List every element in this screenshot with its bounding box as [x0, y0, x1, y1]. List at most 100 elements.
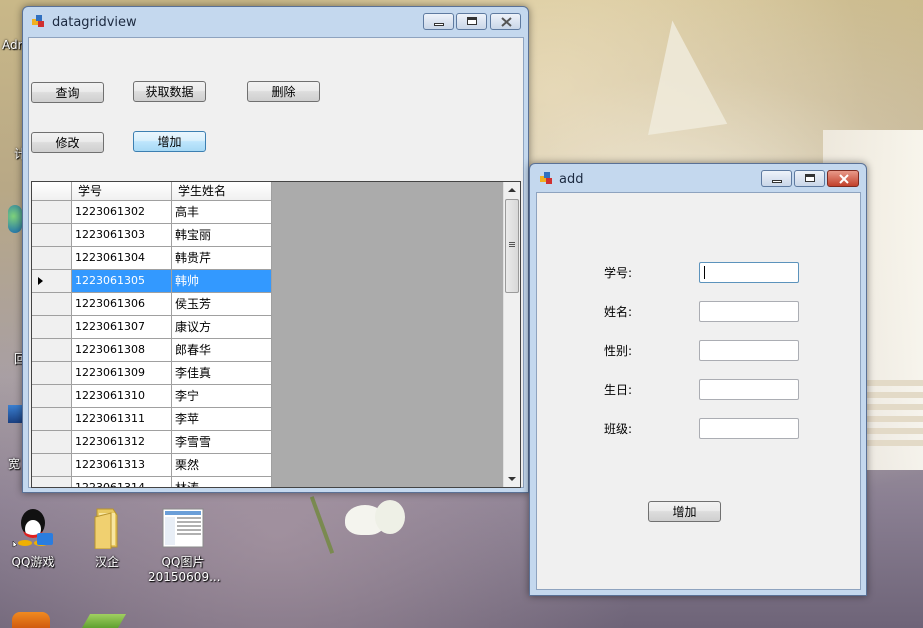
cell-student-id[interactable]: 1223061303 — [72, 224, 172, 247]
cell-student-name[interactable]: 韩宝丽 — [172, 224, 272, 247]
row-header[interactable] — [32, 270, 72, 293]
row-header[interactable] — [32, 224, 72, 247]
maximize-button[interactable] — [794, 170, 825, 187]
qq-games-icon — [11, 505, 55, 549]
window-titlebar[interactable]: add — [530, 164, 866, 194]
row-header[interactable] — [32, 247, 72, 270]
desktop-fragment-label[interactable]: 宽 — [8, 455, 20, 472]
cell-student-name[interactable]: 韩贵芹 — [172, 247, 272, 270]
add-button[interactable]: 增加 — [133, 131, 206, 152]
scroll-down-arrow-icon[interactable] — [508, 477, 516, 481]
submit-add-button[interactable]: 增加 — [648, 501, 721, 522]
delete-button[interactable]: 删除 — [247, 81, 320, 102]
grid-vertical-scrollbar[interactable] — [503, 182, 520, 487]
cell-student-name[interactable]: 李雪雪 — [172, 431, 272, 454]
app-window-icon — [32, 15, 46, 29]
cell-student-id[interactable]: 1223061305 — [72, 270, 172, 293]
class-label: 班级: — [604, 422, 633, 436]
row-header[interactable] — [32, 477, 72, 487]
cell-student-name[interactable]: 侯玉芳 — [172, 293, 272, 316]
folder-icon — [85, 505, 129, 550]
minimize-button[interactable] — [761, 170, 792, 187]
close-button[interactable] — [490, 13, 521, 30]
add-window: add 学号: 姓名: 性别: 生日: 班级: 增加 — [529, 163, 867, 596]
row-header[interactable] — [32, 201, 72, 224]
row-header[interactable] — [32, 431, 72, 454]
column-header-student-name[interactable]: 学生姓名 — [172, 182, 272, 201]
desktop-icon-qq-games[interactable]: QQ游戏 — [4, 505, 62, 570]
row-header[interactable] — [32, 408, 72, 431]
window-titlebar[interactable]: datagridview — [23, 7, 528, 37]
table-row[interactable]: 1223061313 栗然 — [32, 454, 272, 477]
globe-icon[interactable] — [8, 205, 22, 233]
row-header[interactable] — [32, 339, 72, 362]
close-icon — [839, 174, 849, 184]
student-id-field[interactable] — [699, 262, 799, 283]
table-row[interactable]: 1223061314 林涛 — [32, 477, 272, 487]
cell-student-id[interactable]: 1223061312 — [72, 431, 172, 454]
app-icon[interactable] — [81, 614, 127, 628]
gender-field[interactable] — [699, 340, 799, 361]
cell-student-name[interactable]: 李宁 — [172, 385, 272, 408]
grid-corner-header[interactable] — [32, 182, 72, 201]
table-row[interactable]: 1223061305 韩帅 — [32, 270, 272, 293]
query-button[interactable]: 查询 — [31, 82, 104, 103]
row-header[interactable] — [32, 385, 72, 408]
monitor-icon[interactable] — [8, 405, 22, 423]
cell-student-id[interactable]: 1223061311 — [72, 408, 172, 431]
name-field[interactable] — [699, 301, 799, 322]
close-button[interactable] — [827, 170, 859, 187]
table-row[interactable]: 1223061307 康议方 — [32, 316, 272, 339]
cell-student-id[interactable]: 1223061304 — [72, 247, 172, 270]
row-header[interactable] — [32, 454, 72, 477]
row-header[interactable] — [32, 362, 72, 385]
grid-body: 1223061302 高丰 1223061303 韩宝丽 1223061304 韩贵芹 12… — [32, 201, 272, 487]
table-row[interactable]: 1223061304 韩贵芹 — [32, 247, 272, 270]
cell-student-name[interactable]: 康议方 — [172, 316, 272, 339]
table-row[interactable]: 1223061310 李宁 — [32, 385, 272, 408]
birthday-label: 生日: — [604, 383, 633, 397]
cell-student-name[interactable]: 李苹 — [172, 408, 272, 431]
birthday-field[interactable] — [699, 379, 799, 400]
wallpaper-flower-stem — [309, 496, 335, 554]
desktop-fragment-label[interactable]: Adr — [2, 38, 23, 52]
table-row[interactable]: 1223061306 侯玉芳 — [32, 293, 272, 316]
cell-student-name[interactable]: 栗然 — [172, 454, 272, 477]
row-header[interactable] — [32, 316, 72, 339]
gender-label: 性别: — [604, 344, 633, 358]
cell-student-name[interactable]: 林涛 — [172, 477, 272, 487]
cell-student-id[interactable]: 1223061302 — [72, 201, 172, 224]
fetch-data-button[interactable]: 获取数据 — [133, 81, 206, 102]
maximize-button[interactable] — [456, 13, 487, 30]
cell-student-id[interactable]: 1223061309 — [72, 362, 172, 385]
cell-student-name[interactable]: 李佳真 — [172, 362, 272, 385]
row-header[interactable] — [32, 293, 72, 316]
table-row[interactable]: 1223061308 郎春华 — [32, 339, 272, 362]
cell-student-id[interactable]: 1223061313 — [72, 454, 172, 477]
cell-student-name[interactable]: 高丰 — [172, 201, 272, 224]
close-icon — [501, 17, 512, 27]
security-icon[interactable] — [12, 612, 50, 628]
scroll-up-arrow-icon[interactable] — [508, 188, 516, 192]
cell-student-id[interactable]: 1223061310 — [72, 385, 172, 408]
cell-student-name[interactable]: 郎春华 — [172, 339, 272, 362]
cell-student-id[interactable]: 1223061306 — [72, 293, 172, 316]
desktop-icon-image-file[interactable]: QQ图片 20150609... — [148, 505, 221, 584]
table-row[interactable]: 1223061309 李佳真 — [32, 362, 272, 385]
column-header-student-id[interactable]: 学号 — [72, 182, 172, 201]
desktop-icon-label-line2: 20150609... — [148, 570, 221, 584]
table-row[interactable]: 1223061302 高丰 — [32, 201, 272, 224]
cell-student-id[interactable]: 1223061307 — [72, 316, 172, 339]
cell-student-id[interactable]: 1223061308 — [72, 339, 172, 362]
class-field[interactable] — [699, 418, 799, 439]
cell-student-name[interactable]: 韩帅 — [172, 270, 272, 293]
scroll-thumb[interactable] — [505, 199, 519, 293]
desktop-icon-folder[interactable]: 汉企 — [78, 505, 136, 570]
cell-student-id[interactable]: 1223061314 — [72, 477, 172, 487]
minimize-button[interactable] — [423, 13, 454, 30]
table-row[interactable]: 1223061303 韩宝丽 — [32, 224, 272, 247]
table-row[interactable]: 1223061311 李苹 — [32, 408, 272, 431]
modify-button[interactable]: 修改 — [31, 132, 104, 153]
table-row[interactable]: 1223061312 李雪雪 — [32, 431, 272, 454]
student-datagrid[interactable]: 学号 学生姓名 1223061302 高丰 1223061303 韩宝丽 1223061… — [31, 181, 521, 488]
